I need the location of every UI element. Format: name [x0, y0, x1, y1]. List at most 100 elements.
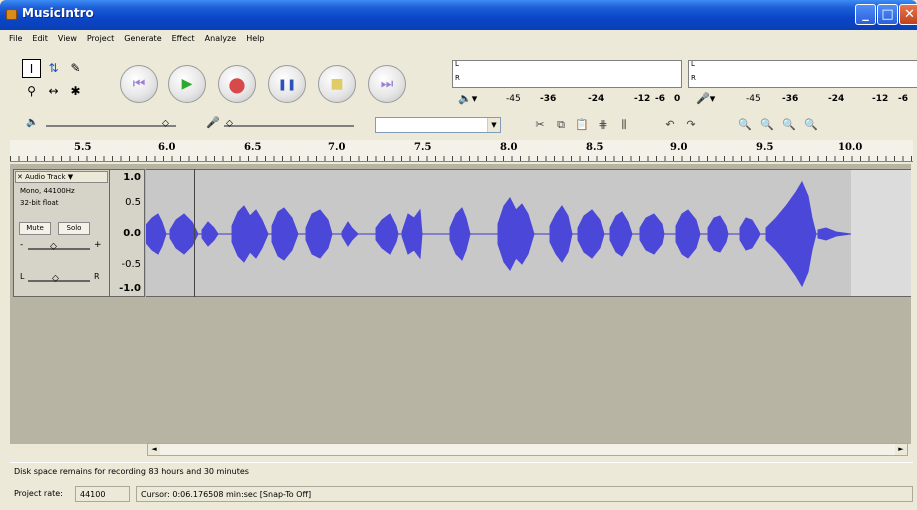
- play-scale-6: -6: [655, 94, 665, 104]
- rec-meter-left-label: L: [691, 60, 695, 68]
- ruler-label: 6.5: [244, 142, 262, 153]
- minimize-button[interactable]: _: [855, 4, 876, 25]
- stop-icon: ■: [330, 76, 344, 92]
- menu-file[interactable]: File: [4, 34, 27, 43]
- zoom-tool-icon[interactable]: ⚲: [22, 82, 41, 101]
- playback-cursor: [194, 169, 195, 297]
- pan-left-label: L: [20, 272, 25, 281]
- gain-plus-label: +: [94, 240, 102, 250]
- scroll-left-icon[interactable]: ◄: [148, 444, 160, 455]
- input-source-select[interactable]: ▼: [375, 117, 501, 133]
- silence-icon[interactable]: ⫼: [614, 116, 634, 134]
- output-volume-thumb[interactable]: ⬦: [162, 118, 169, 129]
- track-close-icon[interactable]: ✕: [17, 173, 23, 181]
- menu-generate[interactable]: Generate: [119, 34, 166, 43]
- input-volume-icon: 🎤: [206, 116, 220, 129]
- ruler-label: 8.5: [586, 142, 604, 153]
- close-button[interactable]: ✕: [899, 4, 917, 25]
- rec-scale-45: -45: [746, 94, 761, 104]
- waveform[interactable]: [146, 169, 851, 297]
- play-scale-12: -12: [634, 94, 651, 104]
- solo-button[interactable]: Solo: [58, 222, 90, 235]
- ruler-label: 9.0: [670, 142, 688, 153]
- maximize-button[interactable]: □: [877, 4, 898, 25]
- record-meter[interactable]: [688, 60, 917, 88]
- menu-view[interactable]: View: [53, 34, 82, 43]
- record-icon: ●: [228, 72, 246, 96]
- paste-icon[interactable]: 📋: [572, 116, 592, 134]
- project-rate-field[interactable]: 44100: [75, 486, 130, 502]
- title-bar[interactable]: MusicIntro _ □ ✕: [0, 0, 917, 30]
- scale-tick: 0.0: [123, 228, 141, 239]
- menu-help[interactable]: Help: [241, 34, 269, 43]
- ruler-label: 9.5: [756, 142, 774, 153]
- speaker-meter-icon[interactable]: 🔈▾: [458, 92, 477, 105]
- pause-button[interactable]: ❚❚: [268, 65, 306, 103]
- zoom-out-icon[interactable]: 🔍: [757, 116, 777, 134]
- window-title: MusicIntro: [22, 6, 94, 20]
- envelope-tool-icon[interactable]: ⇅: [44, 59, 63, 78]
- pan-slider[interactable]: [28, 280, 90, 282]
- timeshift-tool-icon[interactable]: ↔: [44, 82, 63, 101]
- input-volume-slider[interactable]: [224, 125, 354, 127]
- input-volume-thumb[interactable]: ⬦: [226, 118, 233, 129]
- project-rate-label: Project rate:: [14, 489, 63, 498]
- skip-start-button[interactable]: ⏮: [120, 65, 158, 103]
- track-area[interactable]: ✕ Audio Track ▼ Mono, 44100Hz 32-bit flo…: [10, 164, 913, 444]
- fit-project-icon[interactable]: 🔍: [801, 116, 821, 134]
- fit-selection-icon[interactable]: 🔍: [779, 116, 799, 134]
- play-icon: ▶: [181, 76, 193, 92]
- selection-tool-icon[interactable]: I: [22, 59, 41, 78]
- mute-button[interactable]: Mute: [19, 222, 51, 235]
- microphone-meter-icon[interactable]: 🎤▾: [696, 92, 715, 105]
- play-meter-right-label: R: [455, 74, 460, 82]
- amplitude-scale: 1.0 0.5 0.0 -0.5 -1.0: [110, 169, 145, 297]
- output-volume-slider[interactable]: [46, 125, 176, 127]
- cut-icon[interactable]: ✂: [530, 116, 550, 134]
- gain-thumb[interactable]: ⬦: [50, 241, 57, 252]
- menu-project[interactable]: Project: [82, 34, 119, 43]
- timeline-ruler[interactable]: 5.5 6.0 6.5 7.0 7.5 8.0 8.5 9.0 9.5 10.0: [10, 140, 913, 162]
- play-scale-24: -24: [588, 94, 605, 104]
- undo-icon[interactable]: ↶: [660, 116, 680, 134]
- record-button[interactable]: ●: [218, 65, 256, 103]
- pause-icon: ❚❚: [277, 78, 297, 91]
- tools-toolbar: I ⇅ ✎ ⚲ ↔ ✱: [20, 57, 112, 105]
- chevron-down-icon[interactable]: ▼: [487, 118, 500, 132]
- rec-scale-36: -36: [782, 94, 799, 104]
- multi-tool-icon[interactable]: ✱: [66, 82, 85, 101]
- track-control-panel: ✕ Audio Track ▼ Mono, 44100Hz 32-bit flo…: [13, 169, 110, 297]
- menu-analyze[interactable]: Analyze: [200, 34, 242, 43]
- track-empty-region[interactable]: [851, 169, 913, 297]
- scale-tick: -1.0: [119, 283, 141, 294]
- track-name-menu[interactable]: Audio Track ▼: [25, 173, 73, 181]
- track-bitdepth: 32-bit float: [20, 199, 59, 207]
- ruler-ticks: [10, 156, 913, 161]
- stop-button[interactable]: ■: [318, 65, 356, 103]
- horizontal-scrollbar[interactable]: ◄ ►: [147, 443, 908, 456]
- track-header[interactable]: ✕ Audio Track ▼: [15, 171, 108, 183]
- redo-icon[interactable]: ↷: [681, 116, 701, 134]
- copy-icon[interactable]: ⧉: [551, 116, 571, 134]
- ruler-label: 8.0: [500, 142, 518, 153]
- menu-edit[interactable]: Edit: [27, 34, 53, 43]
- cursor-position-status: Cursor: 0:06.176508 min:sec [Snap-To Off…: [136, 486, 913, 502]
- rec-meter-right-label: R: [691, 74, 696, 82]
- trim-icon[interactable]: ⋕: [593, 116, 613, 134]
- vertical-scrollbar[interactable]: [911, 163, 917, 445]
- rec-scale-6: -6: [898, 94, 908, 104]
- pan-thumb[interactable]: ⬦: [52, 273, 59, 284]
- rec-scale-12: -12: [872, 94, 889, 104]
- playback-meter[interactable]: [452, 60, 682, 88]
- scale-tick: -0.5: [121, 259, 141, 270]
- gain-slider[interactable]: [28, 248, 90, 250]
- menu-effect[interactable]: Effect: [167, 34, 200, 43]
- track-format: Mono, 44100Hz: [20, 187, 75, 195]
- scroll-right-icon[interactable]: ►: [895, 444, 907, 455]
- play-button[interactable]: ▶: [168, 65, 206, 103]
- zoom-in-icon[interactable]: 🔍: [735, 116, 755, 134]
- play-scale-45: -45: [506, 94, 521, 104]
- skip-end-button[interactable]: ⏭: [368, 65, 406, 103]
- draw-tool-icon[interactable]: ✎: [66, 59, 85, 78]
- menu-bar: File Edit View Project Generate Effect A…: [0, 30, 917, 47]
